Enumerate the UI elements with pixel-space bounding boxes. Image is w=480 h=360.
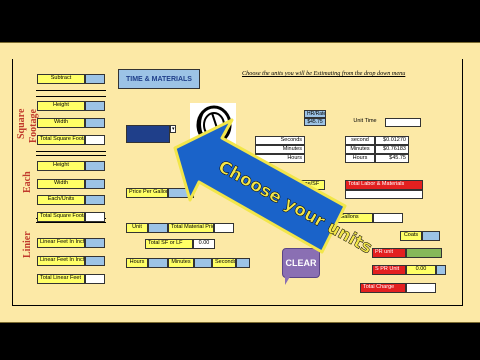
- instruction-text: Choose the units you will be Estimating …: [242, 70, 406, 77]
- hours-label: Hours: [126, 258, 148, 268]
- divider: [36, 155, 106, 156]
- time-row-seconds-label: Seconds: [255, 136, 305, 145]
- time-row-hours-value: $45.75: [375, 154, 409, 163]
- total-sf-lf-label: Total SF or LF: [145, 239, 193, 249]
- per-unit-value: [406, 248, 442, 258]
- unit-label: Unit: [126, 223, 148, 233]
- time-row-seconds-value: $0.01270: [375, 136, 409, 145]
- ram-logo: [190, 103, 236, 149]
- spreadsheet-area: TIME & MATERIALS Choose the units you wi…: [0, 42, 480, 323]
- total-charge-value: [406, 283, 436, 293]
- gallons-label: Gallons: [337, 213, 373, 223]
- sf-total-value: [85, 135, 105, 145]
- coats-input[interactable]: [422, 231, 440, 241]
- minutes-label: Minutes: [168, 258, 194, 268]
- side-label-square: Square: [16, 108, 27, 139]
- time-row-minutes-label: Minutes: [255, 145, 305, 154]
- per-unit-label: PR unit: [372, 248, 406, 258]
- chevron-down-icon[interactable]: ▾: [170, 125, 176, 133]
- each-units-input[interactable]: [85, 195, 105, 205]
- seconds-label: Seconds: [212, 258, 236, 268]
- time-row-minutes-value: $0.76183: [375, 145, 409, 154]
- frame-line: [462, 59, 463, 305]
- hr-rate-value[interactable]: $45.75: [304, 118, 326, 126]
- subtract-input[interactable]: [85, 74, 105, 84]
- linear-inches-label-2: Linear Feet In Inches: [37, 256, 85, 266]
- linear-inches-label-1: Linear Feet In Inches: [37, 238, 85, 248]
- linear-total-label: Total Linear Feet: [37, 274, 85, 284]
- hr-rate-label: HR/Rate: [304, 110, 326, 118]
- each-height-input[interactable]: [85, 161, 105, 171]
- units-dropdown[interactable]: [126, 125, 170, 143]
- each-width-input[interactable]: [85, 179, 105, 189]
- clear-button[interactable]: CLEAR: [282, 248, 320, 278]
- frame-line: [12, 59, 13, 305]
- linear-inches-input-2[interactable]: [85, 256, 105, 266]
- total-sf-lf-value: 0.00: [193, 239, 215, 249]
- time-row-minutes-unit: Minutes: [345, 145, 375, 154]
- divider: [36, 151, 106, 152]
- sf-total-label: Total Square Footage: [37, 135, 85, 145]
- divider: [36, 96, 106, 97]
- hours-input[interactable]: [148, 258, 168, 268]
- clear-button-tail: [285, 275, 291, 285]
- time-row-seconds-unit: second: [345, 136, 375, 145]
- unit-time-label: Unit Time: [353, 118, 377, 124]
- coats-label: Coats: [400, 231, 422, 241]
- clear-button-label: CLEAR: [285, 258, 317, 268]
- total-material-price-label: Total Material Price: [168, 223, 214, 233]
- per-unit-label-2: S PR Unit: [372, 265, 406, 275]
- frame-line: [12, 305, 463, 306]
- divider: [36, 90, 106, 91]
- per-unit-value-2: 0.00: [406, 265, 436, 275]
- linear-total-value: [85, 274, 105, 284]
- sf-width-label: Width: [37, 118, 85, 128]
- sf-width-input[interactable]: [85, 118, 105, 128]
- each-units-label: Each/Units: [37, 195, 85, 205]
- time-row-hours-label: Hours: [255, 154, 305, 163]
- time-materials-title-button[interactable]: TIME & MATERIALS: [118, 69, 200, 89]
- time-row-hours-unit: Hours: [345, 154, 375, 163]
- sf-height-label: Height: [37, 101, 85, 111]
- sf-height-input[interactable]: [85, 101, 105, 111]
- total-labor-materials: Total Labor & Materials: [345, 180, 423, 190]
- each-height-label: Height: [37, 161, 85, 171]
- price-per-gallon-input[interactable]: [168, 188, 194, 198]
- coverage-label: coverage/SF: [285, 180, 325, 190]
- unit-input[interactable]: [148, 223, 168, 233]
- each-total-value: [85, 212, 105, 222]
- gallons-value: [373, 213, 403, 223]
- side-label-linear: Linier: [22, 231, 33, 258]
- total-material-price-value: [214, 223, 234, 233]
- per-unit-extra: [436, 265, 446, 275]
- unit-time-input[interactable]: [385, 118, 421, 127]
- subtract-label: Subtract: [37, 74, 85, 84]
- side-label-each: Each: [22, 171, 33, 193]
- divider: [36, 222, 106, 223]
- minutes-input[interactable]: [194, 258, 212, 268]
- seconds-input[interactable]: [236, 258, 250, 268]
- total-charge-label: Total Charge: [360, 283, 406, 293]
- each-total-label: Total Square Footage: [37, 212, 85, 222]
- each-width-label: Width: [37, 179, 85, 189]
- total-labor-materials-value: [345, 190, 423, 199]
- price-per-gallon-label: Price Per Gallon: [126, 188, 168, 198]
- linear-inches-input-1[interactable]: [85, 238, 105, 248]
